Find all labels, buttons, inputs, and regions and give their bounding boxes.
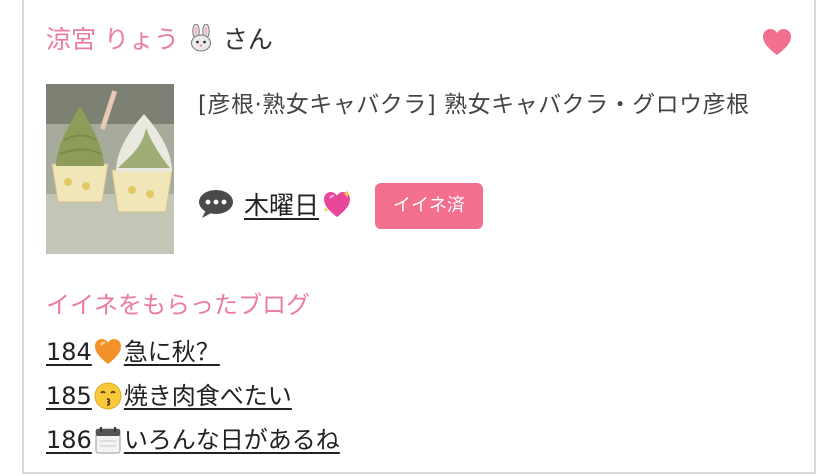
orange-heart-icon [94, 339, 121, 364]
blog-title: 焼き肉食べたい [123, 382, 292, 410]
heart-icon[interactable] [762, 28, 792, 56]
blog-title: いろんな日があるね [123, 426, 340, 454]
blog-item[interactable]: 185 焼き肉食べたい [46, 374, 340, 418]
speech-bubble-icon [199, 190, 233, 218]
user-name[interactable]: 涼宮 りょう [46, 25, 179, 54]
blog-number: 186 [46, 426, 92, 454]
comment-text: 木曜日 [244, 191, 320, 220]
sparkling-heart-icon [323, 190, 352, 217]
blog-item[interactable]: 186 いろんな日があるね [46, 418, 340, 462]
blog-title: 急に秋？ [123, 338, 220, 366]
comment-row: 木曜日 イイネ済 [198, 183, 484, 229]
shop-title[interactable]: [彦根·熟女キャバクラ] 熟女キャバクラ・グロウ彦根 [198, 88, 798, 122]
blog-heading: イイネをもらったブログ [46, 291, 310, 319]
calendar-icon [95, 427, 121, 454]
blog-item[interactable]: 184 急に秋？ [46, 330, 340, 374]
soft-serve-photo [46, 84, 174, 254]
shop-thumbnail[interactable] [46, 84, 174, 254]
user-name-suffix: さん [222, 25, 273, 54]
user-name-line[interactable]: 涼宮 りょう さん [46, 24, 273, 56]
comment-link[interactable]: 木曜日 [244, 186, 353, 222]
like-button[interactable]: イイネ済 [375, 183, 484, 229]
blog-number: 184 [46, 338, 92, 366]
blog-number: 185 [46, 382, 92, 410]
kissing-face-icon [94, 382, 122, 410]
rabbit-face-icon [190, 24, 211, 52]
girl-card: 涼宮 りょう さん [彦根·熟女キャバクラ] 熟女キャバクラ・グロウ彦根 木曜日… [22, 0, 816, 474]
blog-list: 184 急に秋？ 185 焼き肉食べたい 186 いろんな日があるね [46, 330, 340, 462]
